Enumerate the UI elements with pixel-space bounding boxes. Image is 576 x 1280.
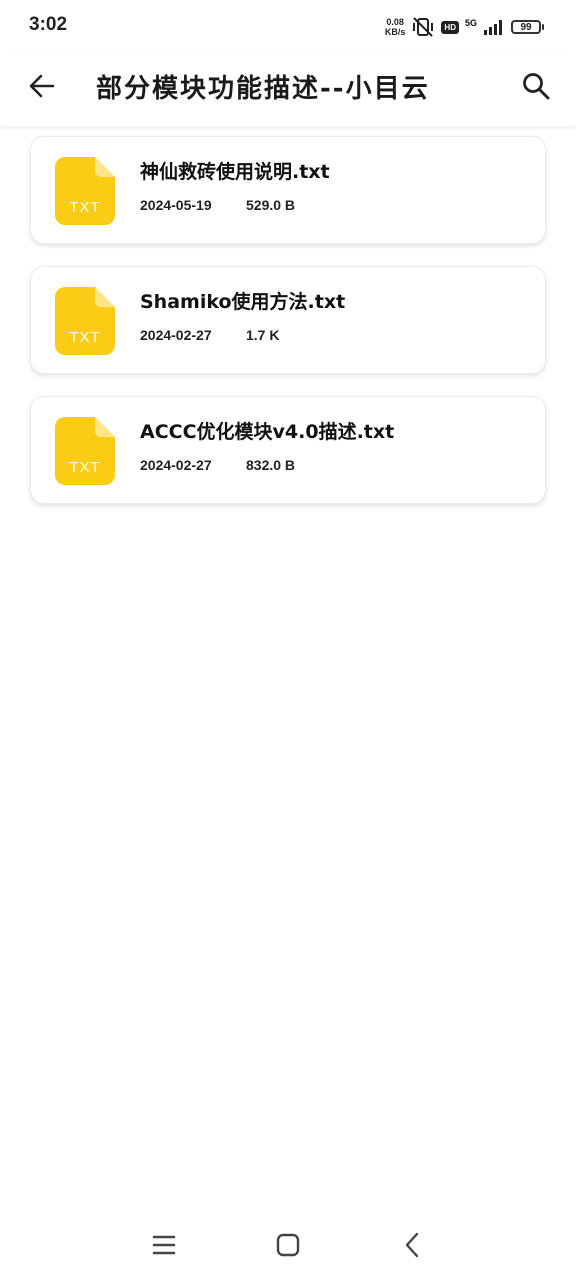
back-button[interactable] (22, 66, 62, 106)
page-title: 部分模块功能描述--小目云 (96, 74, 430, 104)
net-speed: 0.08 KB/s (385, 17, 406, 37)
file-type-label: TXT (69, 459, 101, 476)
file-date: 2024-02-27 (140, 457, 212, 473)
file-date: 2024-02-27 (140, 327, 212, 343)
home-square-icon (276, 1233, 300, 1257)
battery-indicator: 99 (511, 20, 544, 34)
txt-file-icon: TXT (55, 417, 115, 485)
search-button[interactable] (516, 66, 556, 106)
file-item[interactable]: TXT Shamiko使用方法.txt 2024-02-27 1.7 K (30, 266, 546, 374)
status-bar: 3:02 0.08 KB/s HD 5G 99 (0, 0, 576, 52)
system-nav-bar (0, 1218, 576, 1280)
recent-apps-button[interactable] (144, 1230, 184, 1260)
net-speed-value: 0.08 (386, 17, 404, 27)
menu-icon (152, 1235, 176, 1255)
app-bar: 部分模块功能描述--小目云 (0, 52, 576, 126)
vibrate-off-icon (413, 17, 434, 37)
hd-badge: HD (441, 20, 459, 34)
search-icon (523, 73, 550, 100)
file-type-label: TXT (69, 329, 101, 346)
file-meta: 2024-05-19 529.0 B (140, 197, 295, 213)
txt-file-icon: TXT (55, 157, 115, 225)
file-item[interactable]: TXT ACCC优化模块v4.0描述.txt 2024-02-27 832.0 … (30, 396, 546, 504)
file-meta: 2024-02-27 832.0 B (140, 457, 295, 473)
battery-level: 99 (511, 20, 541, 34)
net-speed-unit: KB/s (384, 27, 406, 37)
file-size: 1.7 K (246, 327, 280, 343)
nav-back-button[interactable] (392, 1230, 432, 1260)
network-type: 5G (464, 17, 477, 28)
battery-tip (542, 24, 544, 30)
file-date: 2024-05-19 (140, 197, 212, 213)
status-time: 3:02 (29, 14, 68, 35)
file-name: Shamiko使用方法.txt (140, 291, 346, 313)
file-size: 529.0 B (246, 197, 296, 213)
status-icons: 0.08 KB/s HD 5G 99 (385, 14, 544, 40)
file-list: TXT 神仙救砖使用说明.txt 2024-05-19 529.0 B TXT … (30, 136, 546, 526)
file-name: ACCC优化模块v4.0描述.txt (140, 421, 395, 443)
file-item[interactable]: TXT 神仙救砖使用说明.txt 2024-05-19 529.0 B (30, 136, 546, 244)
file-name: 神仙救砖使用说明.txt (140, 161, 330, 183)
signal-icon (484, 20, 502, 35)
back-chevron-icon (405, 1232, 419, 1258)
file-meta: 2024-02-27 1.7 K (140, 327, 279, 343)
arrow-left-icon (29, 74, 55, 98)
home-button[interactable] (268, 1230, 308, 1260)
file-type-label: TXT (69, 199, 101, 216)
txt-file-icon: TXT (55, 287, 115, 355)
file-size: 832.0 B (246, 457, 296, 473)
